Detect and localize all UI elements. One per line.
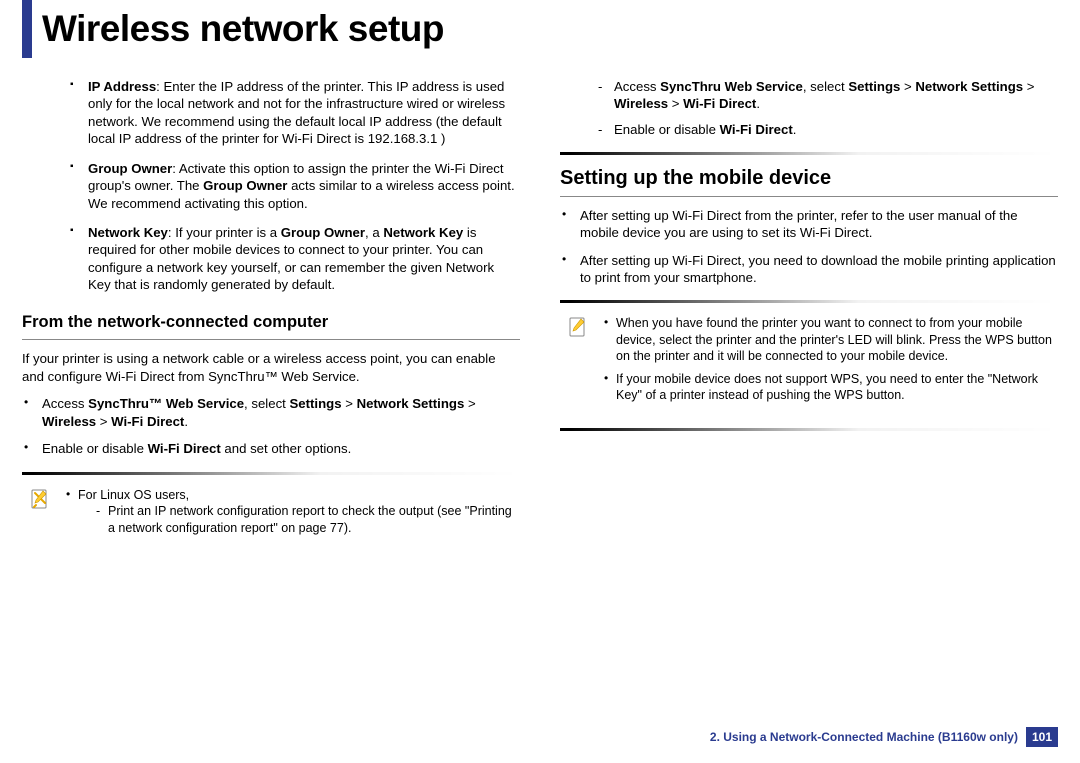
- list-item: Group Owner: Activate this option to ass…: [62, 160, 520, 212]
- text: >: [900, 79, 915, 94]
- text: Enable or disable: [42, 441, 148, 456]
- inline-bold: Wi-Fi Direct: [111, 414, 184, 429]
- note-icon: [30, 487, 50, 511]
- step-list: Access SyncThru™ Web Service, select Set…: [22, 395, 520, 457]
- text: Print an IP network configuration report…: [108, 504, 512, 535]
- note-dash-list: Print an IP network configuration report…: [78, 503, 516, 536]
- text: >: [464, 396, 475, 411]
- gradient-divider: [560, 152, 1058, 155]
- inline-bold: Group Owner: [203, 178, 287, 193]
- list-item: Network Key: If your printer is a Group …: [62, 224, 520, 294]
- text: Access: [614, 79, 660, 94]
- title-bar: Wireless network setup: [22, 0, 1058, 58]
- gradient-divider: [560, 300, 1058, 303]
- term-label: Group Owner: [88, 161, 172, 176]
- inline-bold: Wireless: [614, 96, 668, 111]
- list-item: Access SyncThru™ Web Service, select Set…: [22, 395, 520, 430]
- inline-bold: Network Key: [383, 225, 463, 240]
- text: After setting up Wi-Fi Direct from the p…: [580, 208, 1018, 240]
- term-label: Network Key: [88, 225, 168, 240]
- text: >: [96, 414, 111, 429]
- text: When you have found the printer you want…: [616, 316, 1052, 363]
- inline-bold: Wi-Fi Direct: [683, 96, 756, 111]
- text: If your mobile device does not support W…: [616, 372, 1038, 403]
- text: .: [793, 122, 797, 137]
- divider: [560, 196, 1058, 197]
- text: , select: [244, 396, 289, 411]
- divider: [22, 339, 520, 340]
- note-content: When you have found the printer you want…: [598, 315, 1054, 410]
- document-page: Wireless network setup IP Address: Enter…: [0, 0, 1080, 763]
- note-bullets: When you have found the printer you want…: [598, 315, 1054, 404]
- term-label: IP Address: [88, 79, 156, 94]
- right-column: Access SyncThru Web Service, select Sett…: [560, 78, 1058, 563]
- chapter-label: 2. Using a Network-Connected Machine (B1…: [710, 730, 1018, 744]
- inline-bold: Settings: [848, 79, 900, 94]
- inline-bold: SyncThru™ Web Service: [88, 396, 244, 411]
- inline-bold: Wi-Fi Direct: [148, 441, 221, 456]
- list-item: IP Address: Enter the IP address of the …: [62, 78, 520, 148]
- inline-bold: Wireless: [42, 414, 96, 429]
- text: After setting up Wi-Fi Direct, you need …: [580, 253, 1056, 285]
- page-number: 101: [1026, 727, 1058, 747]
- inline-bold: Network Settings: [357, 396, 465, 411]
- note-box: When you have found the printer you want…: [560, 311, 1058, 414]
- definition-list: IP Address: Enter the IP address of the …: [22, 78, 520, 294]
- gradient-divider: [22, 472, 520, 475]
- content-columns: IP Address: Enter the IP address of the …: [22, 78, 1058, 563]
- note-bullets: For Linux OS users, Print an IP network …: [60, 487, 516, 537]
- term-text: : If your printer is a: [168, 225, 281, 240]
- list-item: When you have found the printer you want…: [598, 315, 1054, 365]
- text: .: [756, 96, 760, 111]
- inline-bold: Network Settings: [915, 79, 1023, 94]
- continued-list: Access SyncThru Web Service, select Sett…: [560, 78, 1058, 138]
- title-accent-block: [22, 0, 32, 58]
- note-icon: [568, 315, 588, 339]
- text: , select: [803, 79, 848, 94]
- text: Enable or disable: [614, 122, 720, 137]
- list-item: Enable or disable Wi-Fi Direct.: [590, 121, 1058, 138]
- text: Access: [42, 396, 88, 411]
- text: and set other options.: [221, 441, 352, 456]
- note-content: For Linux OS users, Print an IP network …: [60, 487, 516, 543]
- text: For Linux OS users,: [78, 488, 189, 502]
- text: >: [668, 96, 683, 111]
- inline-bold: Settings: [290, 396, 342, 411]
- dash-list: Access SyncThru Web Service, select Sett…: [560, 78, 1058, 138]
- page-title: Wireless network setup: [42, 8, 444, 50]
- text: >: [342, 396, 357, 411]
- inline-bold: Group Owner: [281, 225, 365, 240]
- inline-bold: Wi-Fi Direct: [720, 122, 793, 137]
- list-item: After setting up Wi-Fi Direct from the p…: [560, 207, 1058, 242]
- page-footer: 2. Using a Network-Connected Machine (B1…: [710, 727, 1058, 747]
- list-item: Enable or disable Wi-Fi Direct and set o…: [22, 440, 520, 457]
- paragraph: If your printer is using a network cable…: [22, 350, 520, 385]
- list-item: If your mobile device does not support W…: [598, 371, 1054, 404]
- text: .: [184, 414, 188, 429]
- list-item: After setting up Wi-Fi Direct, you need …: [560, 252, 1058, 287]
- list-item: Access SyncThru Web Service, select Sett…: [590, 78, 1058, 113]
- section-heading: Setting up the mobile device: [560, 165, 1058, 191]
- gradient-divider: [560, 428, 1058, 431]
- bullet-list: After setting up Wi-Fi Direct from the p…: [560, 207, 1058, 287]
- list-item: Print an IP network configuration report…: [88, 503, 516, 536]
- text: >: [1023, 79, 1034, 94]
- inline-bold: SyncThru Web Service: [660, 79, 803, 94]
- note-box: For Linux OS users, Print an IP network …: [22, 483, 520, 547]
- term-text: , a: [365, 225, 383, 240]
- section-heading: From the network-connected computer: [22, 312, 520, 334]
- list-item: For Linux OS users, Print an IP network …: [60, 487, 516, 537]
- left-column: IP Address: Enter the IP address of the …: [22, 78, 520, 563]
